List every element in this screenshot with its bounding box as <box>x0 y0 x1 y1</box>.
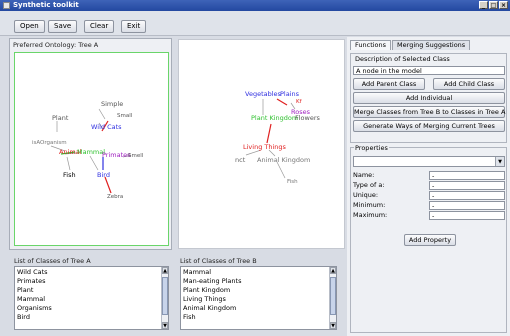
list-item[interactable]: Animal Kingdom <box>183 304 241 313</box>
scroll-thumb[interactable] <box>162 277 168 315</box>
add-parent-class-button[interactable]: Add Parent Class <box>353 78 425 90</box>
minimum-label: Minimum: <box>353 201 386 209</box>
node-flowers[interactable]: Flowers <box>295 115 320 122</box>
node-primates[interactable]: Primates <box>102 152 131 159</box>
functions-group: Description of Selected Class A node in … <box>350 53 507 143</box>
node-smell[interactable]: Smell <box>128 153 143 160</box>
list-item[interactable]: Mammal <box>17 295 52 304</box>
scroll-up-icon[interactable]: ▲ <box>330 267 336 274</box>
maximum-label: Maximum: <box>353 211 388 219</box>
node-fish-b[interactable]: Fish <box>287 179 298 186</box>
node-plant[interactable]: Plant <box>52 115 68 122</box>
description-legend: Description of Selected Class <box>354 55 451 63</box>
add-individual-button[interactable]: Add Individual <box>353 92 505 104</box>
window-title: Synthetic toolkit <box>13 1 79 9</box>
name-field[interactable]: - <box>429 171 505 180</box>
list-a-title: List of Classes of Tree A <box>14 257 91 265</box>
tree-a-panel-title: Preferred Ontology: Tree A <box>13 41 99 49</box>
node-kf[interactable]: Kf <box>296 99 302 106</box>
add-child-class-button[interactable]: Add Child Class <box>433 78 505 90</box>
list-item[interactable]: Organisms <box>17 304 52 313</box>
list-item[interactable]: Plant <box>17 286 52 295</box>
node-plains[interactable]: Plains <box>280 91 299 98</box>
merge-classes-button[interactable]: Merge Classes from Tree B to Classes in … <box>353 106 505 118</box>
scroll-down-icon[interactable]: ▼ <box>330 322 336 329</box>
minimum-field[interactable]: - <box>429 201 505 210</box>
node-vegetables[interactable]: Vegetables <box>245 91 281 98</box>
list-item[interactable]: Mammal <box>183 268 241 277</box>
list-b-title: List of Classes of Tree B <box>180 257 257 265</box>
tab-merging-suggestions[interactable]: Merging Suggestions <box>392 40 471 50</box>
maximum-field[interactable]: - <box>429 211 505 220</box>
list-item[interactable]: Wild Cats <box>17 268 52 277</box>
node-animal-kingdom[interactable]: Animal Kingdom <box>257 157 310 164</box>
node-nct[interactable]: nct <box>235 157 245 164</box>
maximize-icon[interactable]: □ <box>489 1 498 9</box>
list-b[interactable]: Mammal Man-eating Plants Plant Kingdom Livi… <box>180 266 337 330</box>
scroll-thumb[interactable] <box>330 277 336 315</box>
unique-label: Unique: <box>353 191 379 199</box>
node-plant-kingdom[interactable]: Plant Kingdom <box>251 115 298 122</box>
list-b-scrollbar[interactable]: ▲ ▼ <box>329 267 336 329</box>
scroll-down-icon[interactable]: ▼ <box>162 322 168 329</box>
properties-group: Properties ▼ Name: - Type of a: - Unique… <box>350 144 507 333</box>
app-icon <box>3 2 10 9</box>
node-simple[interactable]: Simple <box>101 101 123 108</box>
open-button[interactable]: Open <box>14 20 45 33</box>
list-item[interactable]: Fish <box>183 313 241 322</box>
save-button[interactable]: Save <box>48 20 78 33</box>
properties-legend: Properties <box>354 144 389 152</box>
name-label: Name: <box>353 171 375 179</box>
toolbar: Open Save Clear Exit <box>0 11 510 36</box>
scroll-up-icon[interactable]: ▲ <box>162 267 168 274</box>
type-label: Type of a: <box>353 181 385 189</box>
functions-panel: Functions Merging Suggestions Descriptio… <box>347 37 510 336</box>
exit-button[interactable]: Exit <box>121 20 147 33</box>
minimize-icon[interactable]: _ <box>479 1 488 9</box>
node-living-things[interactable]: Living Things <box>243 144 286 151</box>
tab-bar: Functions Merging Suggestions <box>350 40 471 50</box>
tree-b-canvas[interactable]: Vegetables Plains Kf Roses Plant Kingdom… <box>178 39 345 249</box>
add-property-button[interactable]: Add Property <box>404 234 456 246</box>
close-icon[interactable]: × <box>499 1 508 9</box>
list-a-scrollbar[interactable]: ▲ ▼ <box>161 267 168 329</box>
list-a[interactable]: Wild Cats Primates Plant Mammal Organisms Bir… <box>14 266 169 330</box>
generate-ways-button[interactable]: Generate Ways of Merging Current Trees <box>353 120 505 132</box>
node-small[interactable]: Small <box>117 113 132 120</box>
window-title-bar: Synthetic toolkit _ □ × <box>0 0 510 11</box>
property-select[interactable]: ▼ <box>353 156 505 167</box>
list-item[interactable]: Plant Kingdom <box>183 286 241 295</box>
list-item[interactable]: Man-eating Plants <box>183 277 241 286</box>
chevron-down-icon[interactable]: ▼ <box>495 157 504 166</box>
tree-a-canvas[interactable]: Simple Plant Small Wild Cats isAOrganism… <box>14 52 169 246</box>
clear-button[interactable]: Clear <box>84 20 115 33</box>
list-item[interactable]: Primates <box>17 277 52 286</box>
type-field[interactable]: - <box>429 181 505 190</box>
description-field[interactable]: A node in the model <box>353 66 505 75</box>
node-zebra[interactable]: Zebra <box>107 194 123 201</box>
list-item[interactable]: Bird <box>17 313 52 322</box>
list-item[interactable]: Living Things <box>183 295 241 304</box>
node-mammal[interactable]: Mammal <box>77 149 105 156</box>
node-fish[interactable]: Fish <box>63 172 76 179</box>
node-is-a-organism[interactable]: isAOrganism <box>32 140 67 147</box>
node-bird[interactable]: Bird <box>97 172 110 179</box>
unique-field[interactable]: - <box>429 191 505 200</box>
tab-functions[interactable]: Functions <box>350 40 392 50</box>
node-wild-cats[interactable]: Wild Cats <box>91 124 122 131</box>
